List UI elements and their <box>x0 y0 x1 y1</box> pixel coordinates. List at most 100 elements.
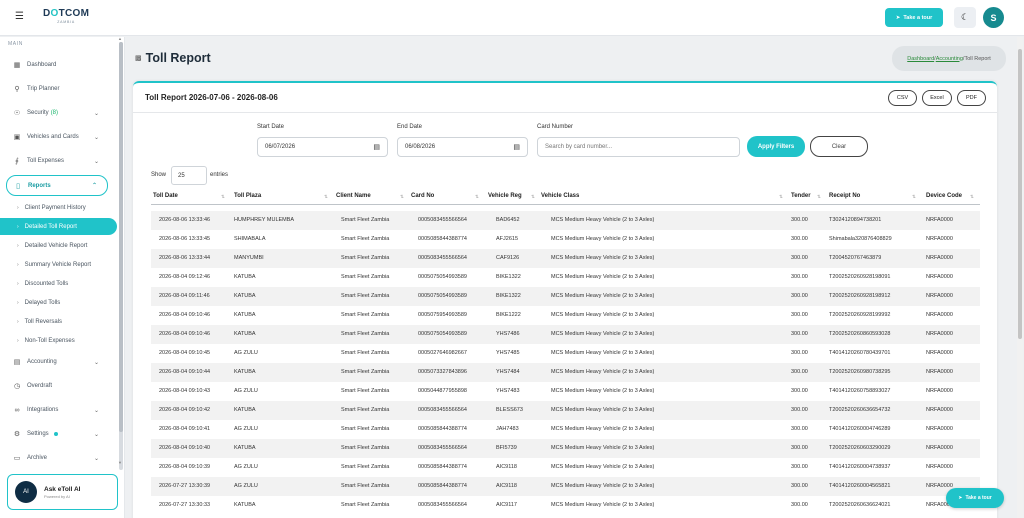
table-row[interactable]: 2026-08-04 09:10:46 KATUBA Smart Fleet Zam… <box>151 306 980 325</box>
sidebar-item-label: Trip Planner <box>27 86 60 92</box>
table-cell: 300.00 <box>791 407 808 413</box>
sort-icon[interactable]: ⇅ <box>400 194 404 200</box>
calendar-icon[interactable]: ▤ <box>373 143 380 151</box>
sidebar-item-toll-expenses[interactable]: ∮ Toll Expenses ⌄ <box>0 152 117 170</box>
sidebar-subitem-toll-reversals[interactable]: › Toll Reversals <box>0 313 117 330</box>
table-cell: BLESS673 <box>496 407 523 413</box>
sort-icon[interactable]: ⇅ <box>324 194 328 200</box>
col-vehicle-reg[interactable]: Vehicle Reg <box>488 193 522 199</box>
col-vehicle-class[interactable]: Vehicle Class <box>541 193 579 199</box>
sort-icon[interactable]: ⇅ <box>221 194 225 200</box>
table-row[interactable]: 2026-07-27 13:30:39 AG ZULU Smart Fleet Za… <box>151 477 980 496</box>
apply-filters-button[interactable]: Apply Filters <box>747 136 805 157</box>
main-scrollbar-thumb[interactable] <box>1018 49 1022 339</box>
start-date-input[interactable]: 06/07/2026 ▤ <box>257 137 388 157</box>
sidebar-item-security[interactable]: ☉ Security (8) ⌄ <box>0 104 117 122</box>
sidebar-subitem-detailed-vehicle-report[interactable]: › Detailed Vehicle Report <box>0 237 117 254</box>
sidebar-item-reports[interactable]: ▯ Reports ⌃ <box>6 175 108 196</box>
table-row[interactable]: 2026-08-04 09:11:46 KATUBA Smart Fleet Zam… <box>151 287 980 306</box>
sidebar-item-label: Security <box>27 110 49 116</box>
sidebar-item-accounting[interactable]: ▤ Accounting ⌄ <box>0 353 117 371</box>
ask-etoll-ai-card[interactable]: AI Ask eToll AI Powered by AI <box>7 474 118 510</box>
chevron-down-icon: ⌄ <box>93 455 99 462</box>
sidebar-subitem-delayed-tolls[interactable]: › Delayed Tolls <box>0 294 117 311</box>
breadcrumb-accounting[interactable]: Accounting <box>936 56 963 62</box>
sort-icon[interactable]: ⇅ <box>475 194 479 200</box>
avatar[interactable]: S <box>983 7 1004 28</box>
sort-icon[interactable]: ⇅ <box>912 194 916 200</box>
start-date-label: Start Date <box>257 124 285 130</box>
sidebar-item-archive[interactable]: ▭ Archive ⌄ <box>0 449 117 467</box>
col-toll-plaza[interactable]: Toll Plaza <box>234 193 261 199</box>
col-client-name[interactable]: Client Name <box>336 193 371 199</box>
table-cell: T2002520260928199992 <box>829 312 891 318</box>
table-row[interactable]: 2026-07-27 13:30:33 KATUBA Smart Fleet Zam… <box>151 496 980 515</box>
sidebar-item-trip-planner[interactable]: ⚲ Trip Planner <box>0 80 117 98</box>
col-device-code[interactable]: Device Code <box>926 193 962 199</box>
table-cell: 0005075054993589 <box>418 274 467 280</box>
sidebar-item-settings[interactable]: ⚙ Settings ⌄ <box>0 425 117 443</box>
table-cell: T2002520260636624021 <box>829 502 891 508</box>
page-size-select[interactable]: 25 <box>171 166 207 185</box>
clear-button[interactable]: Clear <box>810 136 868 157</box>
sidebar-item-integrations[interactable]: ∞ Integrations ⌄ <box>0 401 117 419</box>
breadcrumb-dashboard[interactable]: Dashboard <box>907 56 934 62</box>
excel-button[interactable]: Excel <box>922 90 952 106</box>
card-title: Toll Report 2026-07-06 - 2026-08-06 <box>145 93 278 102</box>
table-cell: Smart Fleet Zambia <box>341 255 390 261</box>
table-row[interactable]: 2026-08-04 09:10:43 AG ZULU Smart Fleet Za… <box>151 382 980 401</box>
sort-icon[interactable]: ⇅ <box>817 194 821 200</box>
table-row[interactable]: 2026-08-06 13:33:44 MANYUMBI Smart Fleet Z… <box>151 249 980 268</box>
theme-toggle-button[interactable]: ☾ <box>954 7 976 28</box>
table-row[interactable]: 2026-08-04 09:10:39 AG ZULU Smart Fleet Za… <box>151 458 980 477</box>
sidebar-item-dashboard[interactable]: ▦ Dashboard <box>0 56 117 74</box>
end-date-input[interactable]: 06/08/2026 ▤ <box>397 137 528 157</box>
col-receipt-no[interactable]: Receipt No <box>829 193 860 199</box>
sidebar-subitem-client-payment-history[interactable]: › Client Payment History <box>0 199 117 216</box>
sidebar-item-vehicles-and-cards[interactable]: ▣ Vehicles and Cards ⌄ <box>0 128 117 146</box>
table-row[interactable]: 2026-08-04 09:10:44 KATUBA Smart Fleet Zam… <box>151 363 980 382</box>
sidebar-subitem-discounted-tolls[interactable]: › Discounted Tolls <box>0 275 117 292</box>
book-icon: ▤ <box>13 359 21 366</box>
calendar-icon[interactable]: ▤ <box>513 143 520 151</box>
sort-icon[interactable]: ⇅ <box>531 194 535 200</box>
sidebar-item-label: Integrations <box>27 407 59 413</box>
sort-icon[interactable]: ⇅ <box>779 194 783 200</box>
table-cell: NRFA0000 <box>926 312 953 318</box>
table-cell: 300.00 <box>791 217 808 223</box>
table-row[interactable]: 2026-08-06 13:33:45 SHIMABALA Smart Fleet … <box>151 230 980 249</box>
card-number-search-input[interactable]: Search by card number... <box>537 137 740 157</box>
sidebar-scroll-down-icon[interactable]: ▼ <box>118 460 122 465</box>
take-tour-button[interactable]: ➤ Take a tour <box>885 8 943 27</box>
table-row[interactable]: 2026-08-04 09:12:46 KATUBA Smart Fleet Zam… <box>151 268 980 287</box>
pdf-button[interactable]: PDF <box>957 90 986 106</box>
sort-icon[interactable]: ⇅ <box>970 194 974 200</box>
table-cell: MCS Medium Heavy Vehicle (2 to 3 Axles) <box>551 217 655 223</box>
sidebar-scroll-up-icon[interactable]: ▲ <box>118 36 122 41</box>
col-card-no[interactable]: Card No <box>411 193 434 199</box>
table-row[interactable]: 2026-08-04 09:10:42 KATUBA Smart Fleet Zam… <box>151 401 980 420</box>
logo[interactable]: DOTCOM ZAMBIA <box>43 9 89 25</box>
table-cell: 2026-08-06 13:33:45 <box>159 236 211 242</box>
take-tour-floating-button[interactable]: ➤ Take a tour <box>946 488 1004 508</box>
table-row[interactable]: 2026-08-04 09:10:40 KATUBA Smart Fleet Zam… <box>151 439 980 458</box>
table-row[interactable]: 2026-08-06 13:33:46 HUMPHREY MULEMBA Smart… <box>151 211 980 230</box>
sidebar-subitem-non-toll-expenses[interactable]: › Non-Toll Expenses <box>0 332 117 349</box>
main-scrollbar[interactable] <box>1017 37 1023 518</box>
table-row[interactable]: 2026-08-04 09:10:46 KATUBA Smart Fleet Zam… <box>151 325 980 344</box>
csv-button[interactable]: CSV <box>888 90 917 106</box>
table-cell: KATUBA <box>234 369 256 375</box>
table-row[interactable]: 2026-08-04 09:10:45 AG ZULU Smart Fleet Za… <box>151 344 980 363</box>
table-row[interactable]: 2026-08-04 09:10:41 AG ZULU Smart Fleet Za… <box>151 420 980 439</box>
table-cell: 2026-08-04 09:10:43 <box>159 388 211 394</box>
sidebar-item-overdraft[interactable]: ◷ Overdraft <box>0 377 117 395</box>
sidebar-scrollbar-thumb[interactable] <box>119 42 123 432</box>
sidebar-scrollbar[interactable] <box>119 42 123 470</box>
table-cell: T4014120260780439701 <box>829 350 891 356</box>
sidebar-subitem-detailed-toll-report[interactable]: › Detailed Toll Report <box>0 218 117 235</box>
hamburger-menu-icon[interactable]: ☰ <box>15 12 24 22</box>
table-cell: 300.00 <box>791 483 808 489</box>
col-tender[interactable]: Tender <box>791 193 811 199</box>
sidebar-subitem-summary-vehicle-report[interactable]: › Summary Vehicle Report <box>0 256 117 273</box>
col-toll-date[interactable]: Toll Date <box>153 193 178 199</box>
